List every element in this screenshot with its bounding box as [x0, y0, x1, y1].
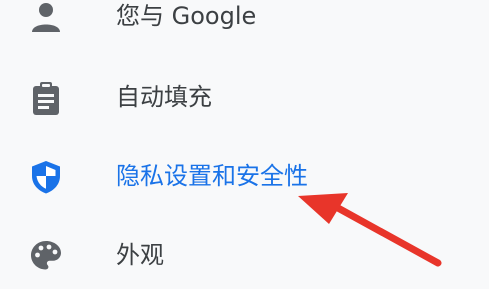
menu-item-autofill[interactable]: 自动填充 — [0, 68, 489, 124]
clipboard-icon — [28, 80, 64, 116]
menu-item-you-and-google[interactable]: 您与 Google — [0, 0, 489, 43]
palette-icon — [28, 238, 64, 274]
menu-item-appearance[interactable]: 外观 — [0, 226, 489, 282]
menu-item-label: 自动填充 — [116, 83, 212, 111]
menu-item-label: 外观 — [116, 241, 164, 269]
menu-item-privacy-security[interactable]: 隐私设置和安全性 — [0, 147, 489, 203]
settings-page: 您与 Google 自动填充 隐私设置和安全性 外观 — [0, 0, 489, 289]
menu-item-label: 隐私设置和安全性 — [116, 162, 308, 190]
person-icon — [28, 0, 64, 35]
menu-item-label: 您与 Google — [116, 2, 257, 30]
settings-sidebar-menu: 您与 Google 自动填充 隐私设置和安全性 外观 — [0, 0, 489, 289]
shield-icon — [28, 159, 64, 195]
